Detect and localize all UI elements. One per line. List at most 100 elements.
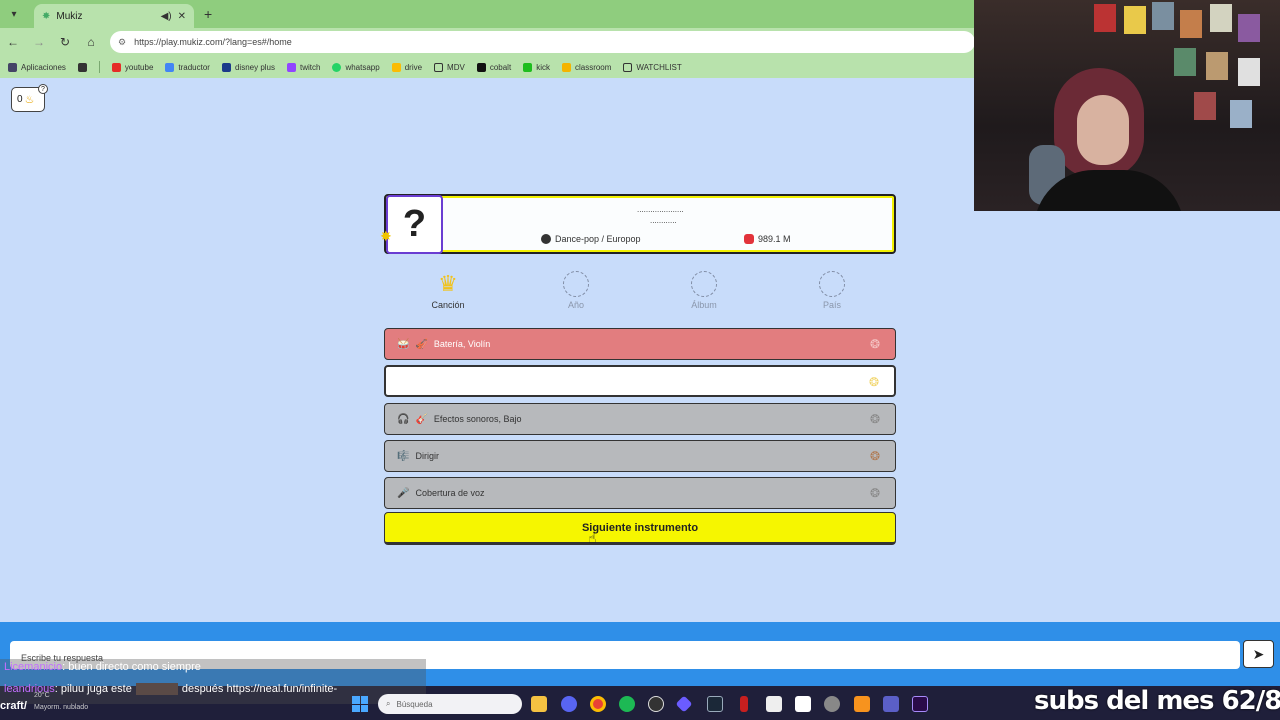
obs-icon[interactable] <box>648 696 664 712</box>
app-icon[interactable] <box>740 696 748 712</box>
site-info-icon[interactable]: ⚙ <box>118 37 126 48</box>
flame-icon: ♨ <box>24 94 35 106</box>
empty-step-circle <box>819 271 845 297</box>
brain-icon: ❂ <box>869 337 881 351</box>
streak-count: 0 <box>17 94 23 105</box>
instrument-row-current: ❂ <box>384 365 896 397</box>
speaker-icon[interactable]: ◀) <box>161 11 172 22</box>
weather-desc: Mayorm. nublado <box>34 704 89 711</box>
wall-poster <box>1152 2 1174 30</box>
bookmark-apps[interactable]: Aplicaciones <box>8 62 66 72</box>
close-tab-icon[interactable]: ✕ <box>178 11 186 22</box>
help-icon[interactable]: ? <box>38 84 48 94</box>
hidden-artist: ............ <box>650 216 677 225</box>
windows-start-icon[interactable] <box>352 696 368 712</box>
fl-studio-icon[interactable] <box>854 696 870 712</box>
bookmark-cobalt[interactable]: cobalt <box>476 62 511 72</box>
bookmark-twitch[interactable]: twitch <box>287 62 320 72</box>
vinyl-icon <box>541 234 551 244</box>
step-pais: País <box>802 271 862 310</box>
instrument-row-locked: 🎼 Dirigir ❂ <box>384 440 896 472</box>
bookmark-classroom[interactable]: classroom <box>561 62 611 72</box>
teams-icon[interactable] <box>883 696 899 712</box>
bookmark-youtube[interactable]: youtube <box>111 62 153 72</box>
bookmark-grid[interactable] <box>77 62 87 72</box>
taskbar-search[interactable]: ⌕ Búsqueda <box>378 694 522 714</box>
chat-message: leandrious: piluu juga este después https… <box>4 683 338 696</box>
disney-icon <box>221 62 231 72</box>
play-count-icon <box>744 234 754 244</box>
streak-badge[interactable]: 0 ♨ ? <box>11 84 48 112</box>
drive-icon <box>391 62 401 72</box>
bookmark-kick[interactable]: kick <box>523 62 550 72</box>
new-tab-icon[interactable]: + <box>204 6 212 22</box>
crown-icon: ♛ <box>438 271 458 296</box>
bookmark-mdv[interactable]: MDV <box>434 62 465 72</box>
wall-poster <box>1238 14 1260 42</box>
wall-poster <box>1124 6 1146 34</box>
step-label: Año <box>567 300 584 310</box>
wall-poster <box>1230 100 1252 128</box>
bookmark-disney[interactable]: disney plus <box>221 62 275 72</box>
bookmark-traductor[interactable]: traductor <box>165 62 210 72</box>
forward-icon[interactable]: → <box>32 35 46 49</box>
home-icon[interactable]: ⌂ <box>84 35 98 49</box>
premiere-icon[interactable] <box>912 696 928 712</box>
epic-games-icon[interactable] <box>766 696 782 712</box>
mouse-cursor-icon: ☝ <box>588 530 597 546</box>
instrument-row-locked: 🎤 Cobertura de voz ❂ <box>384 477 896 509</box>
wall-poster <box>1180 10 1202 38</box>
chat-text-cont: después https://neal.fun/infinite- <box>181 683 338 695</box>
notion-icon[interactable] <box>795 696 811 712</box>
search-placeholder: Búsqueda <box>396 699 433 709</box>
chat-emote <box>135 683 178 696</box>
step-ano: Año <box>546 271 606 310</box>
chrome-icon[interactable] <box>590 696 606 712</box>
tab-search-icon[interactable]: ▾ <box>4 4 24 24</box>
classroom-icon <box>561 62 571 72</box>
cobalt-icon <box>476 62 486 72</box>
genre-info: Dance-pop / Europop <box>541 234 641 244</box>
wall-poster <box>1210 4 1232 32</box>
mystery-cover: ? <box>386 195 443 254</box>
reload-icon[interactable]: ↻ <box>58 35 72 49</box>
step-label: País <box>822 300 841 310</box>
file-explorer-icon[interactable] <box>531 696 547 712</box>
streamer-face <box>1077 95 1129 165</box>
song-info-card <box>384 194 896 254</box>
empty-step-circle <box>563 271 589 297</box>
spotify-icon[interactable] <box>619 696 635 712</box>
send-arrow-icon[interactable]: ➤ <box>1243 640 1274 668</box>
headphones-icon: 🎧 <box>397 413 410 425</box>
apps-grid-icon <box>8 62 17 72</box>
youtube-icon <box>111 62 121 72</box>
microphone-icon: 🎤 <box>397 487 410 499</box>
bookmark-whatsapp[interactable]: whatsapp <box>332 62 380 72</box>
chat-text: : piluu juga este <box>54 683 132 695</box>
weather-widget[interactable]: craft/ 20°C Mayorm. nublado <box>0 692 88 712</box>
bookmark-watchlist[interactable]: WATCHLIST <box>623 62 682 72</box>
back-icon[interactable]: ← <box>6 35 20 49</box>
next-instrument-button[interactable]: Siguiente instrumento <box>384 512 896 545</box>
plays-text: 989.1 M <box>758 234 791 244</box>
row-text: Dirigir <box>415 451 439 461</box>
baton-icon: 🎼 <box>397 450 410 462</box>
wall-poster <box>1174 48 1196 76</box>
app-icon[interactable] <box>824 696 840 712</box>
bookmarks-bar: Aplicaciones youtube traductor disney pl… <box>0 56 975 78</box>
url-text: https://play.mukiz.com/?lang=es#/home <box>134 37 292 47</box>
genre-text: Dance-pop / Europop <box>555 234 641 244</box>
browser-toolbar: ← → ↻ ⌂ ⚙ https://play.mukiz.com/?lang=e… <box>0 28 975 56</box>
row-text: Batería, Violín <box>433 339 491 349</box>
step-cancion: ♛ Canción <box>418 271 478 310</box>
browser-tab[interactable]: ✸ Mukiz ◀) ✕ <box>34 4 194 28</box>
bookmark-drive[interactable]: drive <box>391 62 422 72</box>
tab-title: Mukiz <box>56 10 83 22</box>
row-text: Cobertura de voz <box>415 488 485 498</box>
hidden-title: ..................... <box>637 205 684 214</box>
discord-icon[interactable] <box>561 696 577 712</box>
steam-icon[interactable] <box>707 696 723 712</box>
address-bar[interactable]: ⚙ https://play.mukiz.com/?lang=es#/home <box>110 31 975 53</box>
plays-info: 989.1 M <box>744 234 791 244</box>
chat-text: : buen directo como siempre <box>62 661 201 673</box>
